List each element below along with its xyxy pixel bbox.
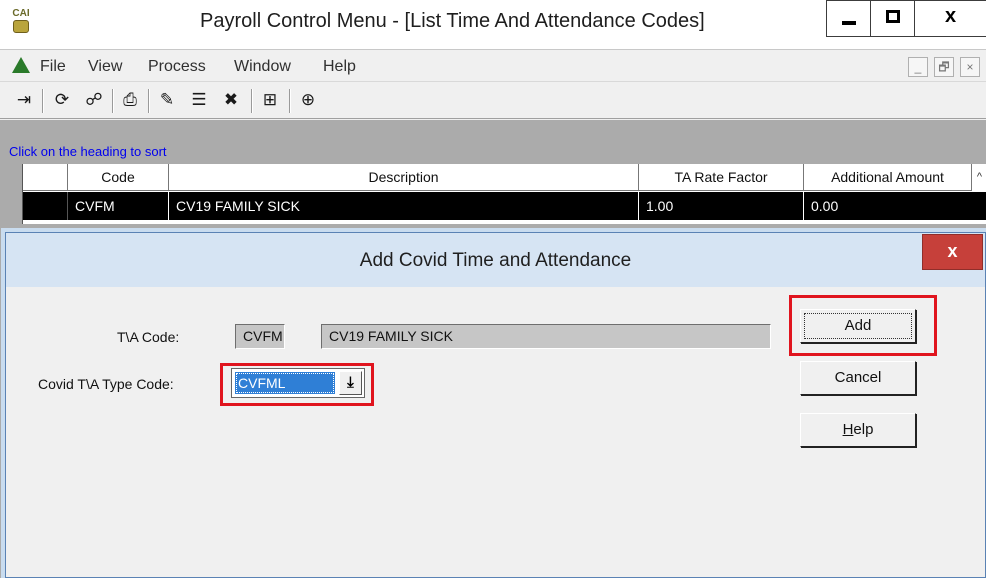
ta-description-field: CV19 FAMILY SICK bbox=[321, 324, 771, 349]
mdi-minimize-button[interactable]: _ bbox=[908, 57, 928, 77]
menu-process[interactable]: Process bbox=[148, 58, 206, 76]
maximize-window-button[interactable] bbox=[870, 0, 915, 37]
cell-additional-amount: 0.00 bbox=[811, 198, 839, 214]
logo-text: CAI bbox=[12, 8, 30, 19]
mdi-close-button[interactable]: × bbox=[960, 57, 980, 77]
cell-code: CVFM bbox=[68, 192, 169, 220]
toolbar: ⇥ ⟳ ☍ ⎙ ✎ ☰ ✖ ⊞ ⊕ bbox=[0, 83, 986, 119]
maximize-icon bbox=[886, 10, 900, 23]
binoculars-icon[interactable]: ☍ bbox=[82, 88, 106, 112]
add-button[interactable]: Add bbox=[800, 309, 916, 343]
add-covid-dialog: Add Covid Time and Attendance x T\A Code… bbox=[5, 232, 986, 578]
column-header-ta-rate-factor[interactable]: TA Rate Factor bbox=[639, 164, 804, 191]
help-accelerator: H bbox=[842, 421, 854, 438]
cell-description: CV19 FAMILY SICK bbox=[169, 192, 639, 220]
edit-icon[interactable]: ☰ bbox=[187, 88, 211, 112]
menu-file[interactable]: File bbox=[40, 58, 66, 76]
help-icon[interactable]: ⊕ bbox=[296, 88, 320, 112]
window-title: Payroll Control Menu - [List Time And At… bbox=[200, 10, 705, 32]
menu-view[interactable]: View bbox=[88, 58, 122, 76]
ta-code-field: CVFM bbox=[235, 324, 285, 349]
dialog-close-button[interactable]: x bbox=[922, 234, 983, 270]
column-header-selector[interactable] bbox=[23, 164, 68, 191]
dropdown-arrow-icon[interactable]: ⤓ bbox=[339, 371, 362, 395]
menu-help[interactable]: Help bbox=[323, 58, 356, 76]
covid-type-code-select[interactable]: CVFML ⤓ bbox=[231, 368, 365, 398]
close-icon: x bbox=[947, 241, 958, 261]
column-header-code[interactable]: Code bbox=[68, 164, 169, 191]
help-button[interactable]: Help bbox=[800, 413, 916, 447]
add-icon[interactable]: ✎ bbox=[155, 88, 179, 112]
dialog-title: Add Covid Time and Attendance bbox=[359, 250, 632, 271]
table-row[interactable] bbox=[23, 220, 986, 224]
table-row[interactable]: CVFM CV19 FAMILY SICK 1.00 0.00 bbox=[23, 192, 986, 220]
covid-type-code-value[interactable]: CVFML bbox=[235, 372, 335, 394]
menu-window[interactable]: Window bbox=[234, 58, 291, 76]
sort-hint: Click on the heading to sort bbox=[9, 144, 167, 159]
tree-icon[interactable]: ⊞ bbox=[258, 88, 282, 112]
app-menu-icon[interactable] bbox=[12, 57, 30, 73]
codes-grid: Code Description TA Rate Factor Addition… bbox=[22, 164, 986, 224]
mdi-restore-button[interactable]: 🗗 bbox=[934, 57, 954, 77]
dialog-titlebar: Add Covid Time and Attendance x bbox=[6, 233, 985, 287]
minimize-icon bbox=[842, 21, 856, 25]
column-header-additional-amount[interactable]: Additional Amount bbox=[804, 164, 972, 191]
exit-icon[interactable]: ⇥ bbox=[12, 88, 36, 112]
delete-icon[interactable]: ✖ bbox=[219, 88, 243, 112]
cai-logo-icon: CAI bbox=[9, 8, 33, 36]
cell-ta-rate-factor: 1.00 bbox=[639, 192, 804, 220]
refresh-icon[interactable]: ⟳ bbox=[50, 88, 74, 112]
ta-code-label: T\A Code: bbox=[117, 329, 180, 345]
menu-bar: File View Process Window Help _ 🗗 × bbox=[0, 51, 986, 82]
minimize-window-button[interactable] bbox=[826, 0, 871, 37]
window-titlebar: CAI Payroll Control Menu - [List Time An… bbox=[0, 0, 986, 50]
close-icon: x bbox=[944, 5, 957, 27]
column-header-description[interactable]: Description bbox=[169, 164, 639, 191]
close-window-button[interactable]: x bbox=[914, 0, 986, 37]
cancel-button[interactable]: Cancel bbox=[800, 361, 916, 395]
print-icon[interactable]: ⎙ bbox=[118, 88, 142, 112]
row-selector[interactable] bbox=[23, 192, 68, 220]
dialog-body: T\A Code: CVFM CV19 FAMILY SICK Covid T\… bbox=[12, 287, 979, 575]
covid-type-code-label: Covid T\A Type Code: bbox=[38, 376, 174, 392]
scroll-up-icon[interactable]: ^ bbox=[972, 164, 986, 191]
help-label: elp bbox=[853, 421, 874, 438]
